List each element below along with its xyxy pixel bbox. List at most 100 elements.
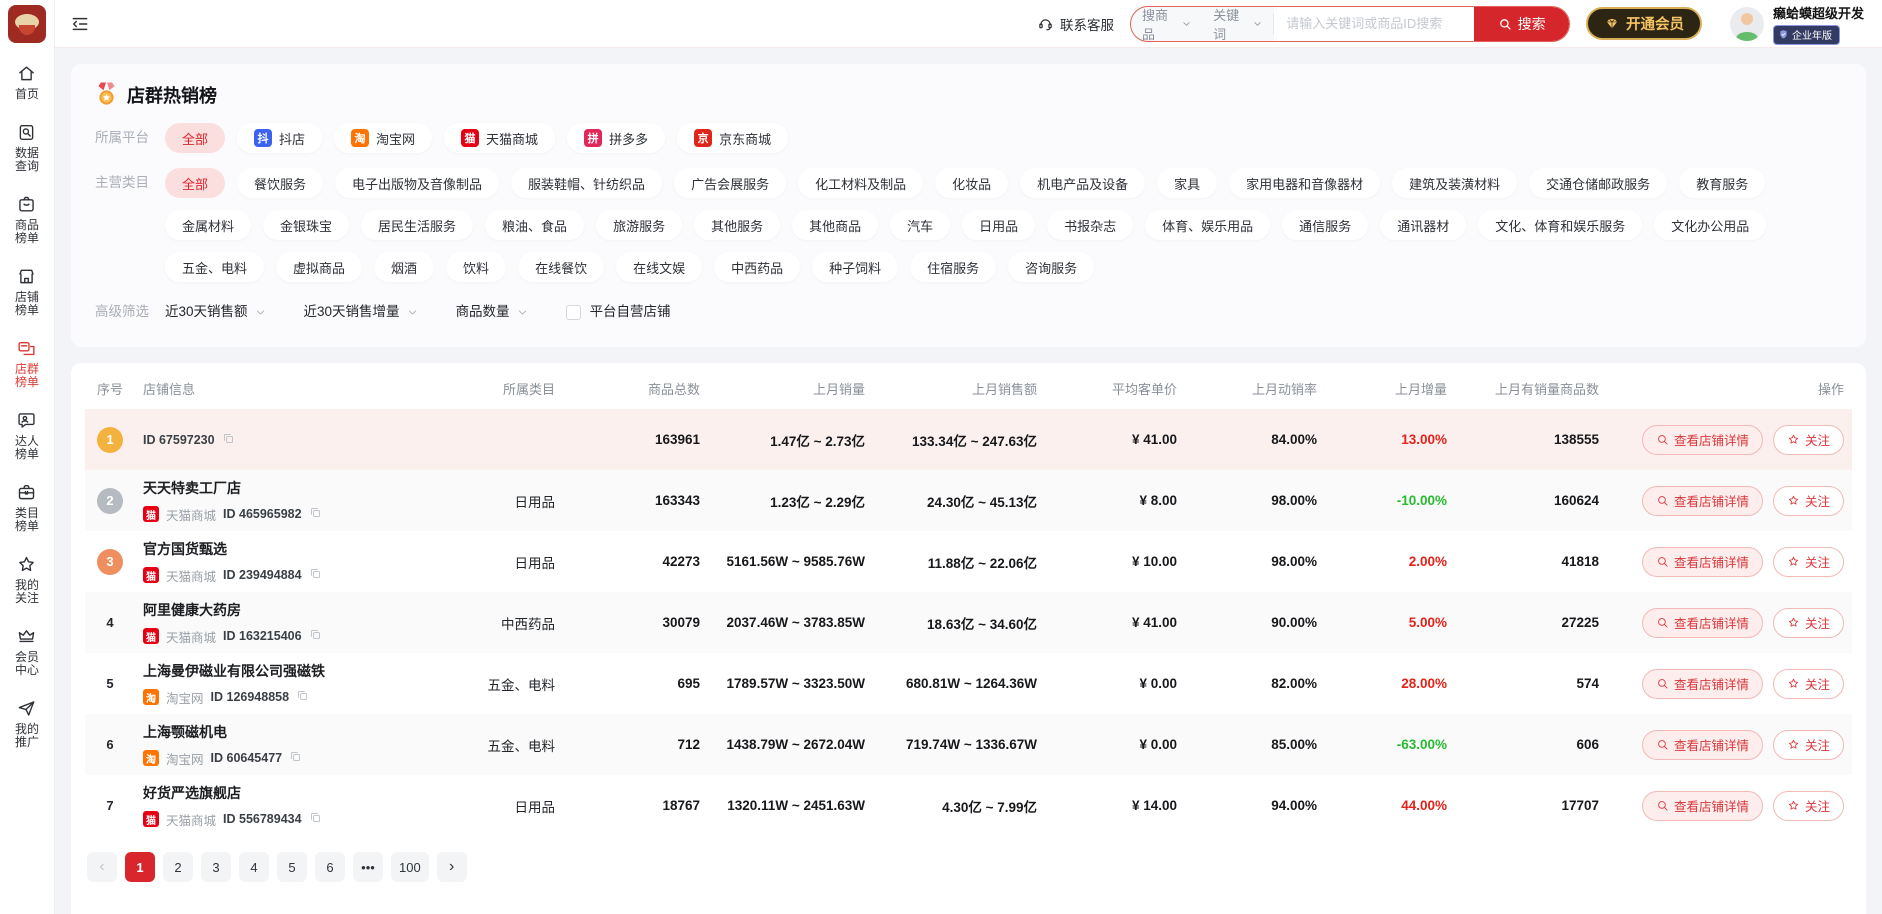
search-scope-dropdown[interactable]: 搜商品 [1131, 7, 1202, 41]
category-filter[interactable]: 书报杂志 [1047, 210, 1133, 240]
follow-store-button[interactable]: 关注 [1773, 608, 1844, 638]
copy-id-icon[interactable] [309, 567, 322, 583]
category-filter[interactable]: 其他商品 [792, 210, 878, 240]
category-filter[interactable]: 家具 [1157, 168, 1217, 198]
sidebar-item-crown[interactable]: 会员中心 [15, 626, 39, 677]
category-filter[interactable]: 居民生活服务 [361, 210, 473, 240]
view-store-detail-button[interactable]: 查看店铺详情 [1642, 486, 1763, 516]
view-store-detail-button[interactable]: 查看店铺详情 [1642, 425, 1763, 455]
store-name[interactable]: 上海颚磁机电 [143, 722, 467, 742]
copy-id-icon[interactable] [309, 811, 322, 827]
collapse-sidebar-icon[interactable] [67, 11, 93, 37]
view-store-detail-button[interactable]: 查看店铺详情 [1642, 730, 1763, 760]
platform-filter-tmall[interactable]: 猫天猫商城 [444, 123, 555, 153]
follow-store-button[interactable]: 关注 [1773, 730, 1844, 760]
category-filter[interactable]: 通信服务 [1282, 210, 1368, 240]
category-filter[interactable]: 餐饮服务 [237, 168, 323, 198]
pagination-page-button[interactable]: 5 [277, 852, 307, 882]
sidebar-item-star[interactable]: 我的关注 [15, 554, 39, 605]
pagination-page-button[interactable]: 6 [315, 852, 345, 882]
follow-store-button[interactable]: 关注 [1773, 486, 1844, 516]
sidebar-item-shop-group-rank[interactable]: 店群榜单 [15, 338, 39, 389]
category-filter[interactable]: 电子出版物及音像制品 [335, 168, 499, 198]
store-name[interactable]: 上海曼伊磁业有限公司强磁铁 [143, 661, 467, 681]
category-filter[interactable]: 建筑及装潢材料 [1392, 168, 1517, 198]
category-filter[interactable]: 烟酒 [374, 252, 434, 282]
contact-support-button[interactable]: 联系客服 [1037, 14, 1114, 34]
open-vip-button[interactable]: 开通会员 [1586, 7, 1702, 40]
pagination-page-button[interactable]: 3 [201, 852, 231, 882]
follow-store-button[interactable]: 关注 [1773, 669, 1844, 699]
category-filter[interactable]: 体育、娱乐用品 [1145, 210, 1270, 240]
sidebar-item-product-rank[interactable]: 商品榜单 [15, 194, 39, 245]
sidebar-item-shop-rank[interactable]: 店铺榜单 [15, 266, 39, 317]
pagination-page-button[interactable]: 1 [125, 852, 155, 882]
platform-filter-all[interactable]: 全部 [165, 123, 225, 153]
store-name[interactable]: 好货严选旗舰店 [143, 783, 467, 803]
copy-id-icon[interactable] [309, 506, 322, 522]
pagination-ellipsis-button[interactable]: ••• [353, 852, 383, 882]
pagination-page-button[interactable]: 2 [163, 852, 193, 882]
category-filter[interactable]: 教育服务 [1679, 168, 1765, 198]
view-store-detail-button[interactable]: 查看店铺详情 [1642, 791, 1763, 821]
category-filter[interactable]: 广告会展服务 [674, 168, 786, 198]
self-operated-filter[interactable]: 平台自营店铺 [566, 297, 671, 327]
platform-filter-jd[interactable]: 京京东商城 [677, 123, 788, 153]
category-filter[interactable]: 在线文娱 [616, 252, 702, 282]
category-filter[interactable]: 化工材料及制品 [798, 168, 923, 198]
category-filter[interactable]: 通讯器材 [1380, 210, 1466, 240]
category-filter[interactable]: 服装鞋帽、针纺织品 [511, 168, 662, 198]
sidebar-item-promotion[interactable]: 我的推广 [15, 698, 39, 749]
pagination-page-button[interactable]: 4 [239, 852, 269, 882]
sidebar-item-influencer-rank[interactable]: 达人榜单 [15, 410, 39, 461]
pagination-next-button[interactable]: › [437, 852, 467, 882]
search-input[interactable] [1274, 7, 1474, 41]
category-filter[interactable]: 其他服务 [694, 210, 780, 240]
platform-filter-taobao[interactable]: 淘淘宝网 [334, 123, 432, 153]
advanced-sort-dropdown[interactable]: 商品数量 [456, 297, 528, 327]
category-filter[interactable]: 金银珠宝 [263, 210, 349, 240]
category-filter[interactable]: 日用品 [962, 210, 1035, 240]
advanced-sort-dropdown[interactable]: 近30天销售增量 [304, 297, 418, 327]
sidebar-item-data-search[interactable]: 数据查询 [15, 122, 39, 173]
category-filter[interactable]: 汽车 [890, 210, 950, 240]
copy-id-icon[interactable] [222, 432, 235, 448]
sidebar-item-home[interactable]: 首页 [15, 63, 39, 101]
category-filter[interactable]: 咨询服务 [1008, 252, 1094, 282]
self-operated-checkbox[interactable] [566, 305, 581, 320]
search-mode-dropdown[interactable]: 关键词 [1202, 7, 1273, 41]
category-filter[interactable]: 化妆品 [935, 168, 1008, 198]
copy-id-icon[interactable] [289, 750, 302, 766]
sidebar-item-category-rank[interactable]: 类目榜单 [15, 482, 39, 533]
copy-id-icon[interactable] [309, 628, 322, 644]
category-filter[interactable]: 粮油、食品 [485, 210, 584, 240]
view-store-detail-button[interactable]: 查看店铺详情 [1642, 608, 1763, 638]
pagination-page-button[interactable]: 100 [391, 852, 429, 882]
category-filter[interactable]: 金属材料 [165, 210, 251, 240]
search-button[interactable]: 搜索 [1474, 7, 1569, 41]
category-filter[interactable]: 机电产品及设备 [1020, 168, 1145, 198]
app-logo[interactable] [8, 5, 46, 43]
category-filter[interactable]: 交通仓储邮政服务 [1529, 168, 1667, 198]
store-name[interactable]: 天天特卖工厂店 [143, 478, 467, 498]
category-filter[interactable]: 虚拟商品 [276, 252, 362, 282]
category-filter[interactable]: 旅游服务 [596, 210, 682, 240]
store-name[interactable]: 阿里健康大药房 [143, 600, 467, 620]
category-filter[interactable]: 中西药品 [714, 252, 800, 282]
follow-store-button[interactable]: 关注 [1773, 425, 1844, 455]
user-avatar[interactable] [1730, 7, 1764, 41]
follow-store-button[interactable]: 关注 [1773, 791, 1844, 821]
category-filter[interactable]: 在线餐饮 [518, 252, 604, 282]
pagination-prev-button[interactable]: ‹ [87, 852, 117, 882]
view-store-detail-button[interactable]: 查看店铺详情 [1642, 547, 1763, 577]
platform-filter-pdd[interactable]: 拼拼多多 [567, 123, 665, 153]
category-filter[interactable]: 住宿服务 [910, 252, 996, 282]
category-filter[interactable]: 家用电器和音像器材 [1229, 168, 1380, 198]
category-filter[interactable]: 文化、体育和娱乐服务 [1478, 210, 1642, 240]
category-filter[interactable]: 全部 [165, 168, 225, 198]
store-name[interactable]: 官方国货甄选 [143, 539, 467, 559]
platform-filter-douyin[interactable]: 抖抖店 [237, 123, 322, 153]
advanced-sort-dropdown[interactable]: 近30天销售额 [165, 297, 266, 327]
category-filter[interactable]: 文化办公用品 [1654, 210, 1766, 240]
copy-id-icon[interactable] [296, 689, 309, 705]
